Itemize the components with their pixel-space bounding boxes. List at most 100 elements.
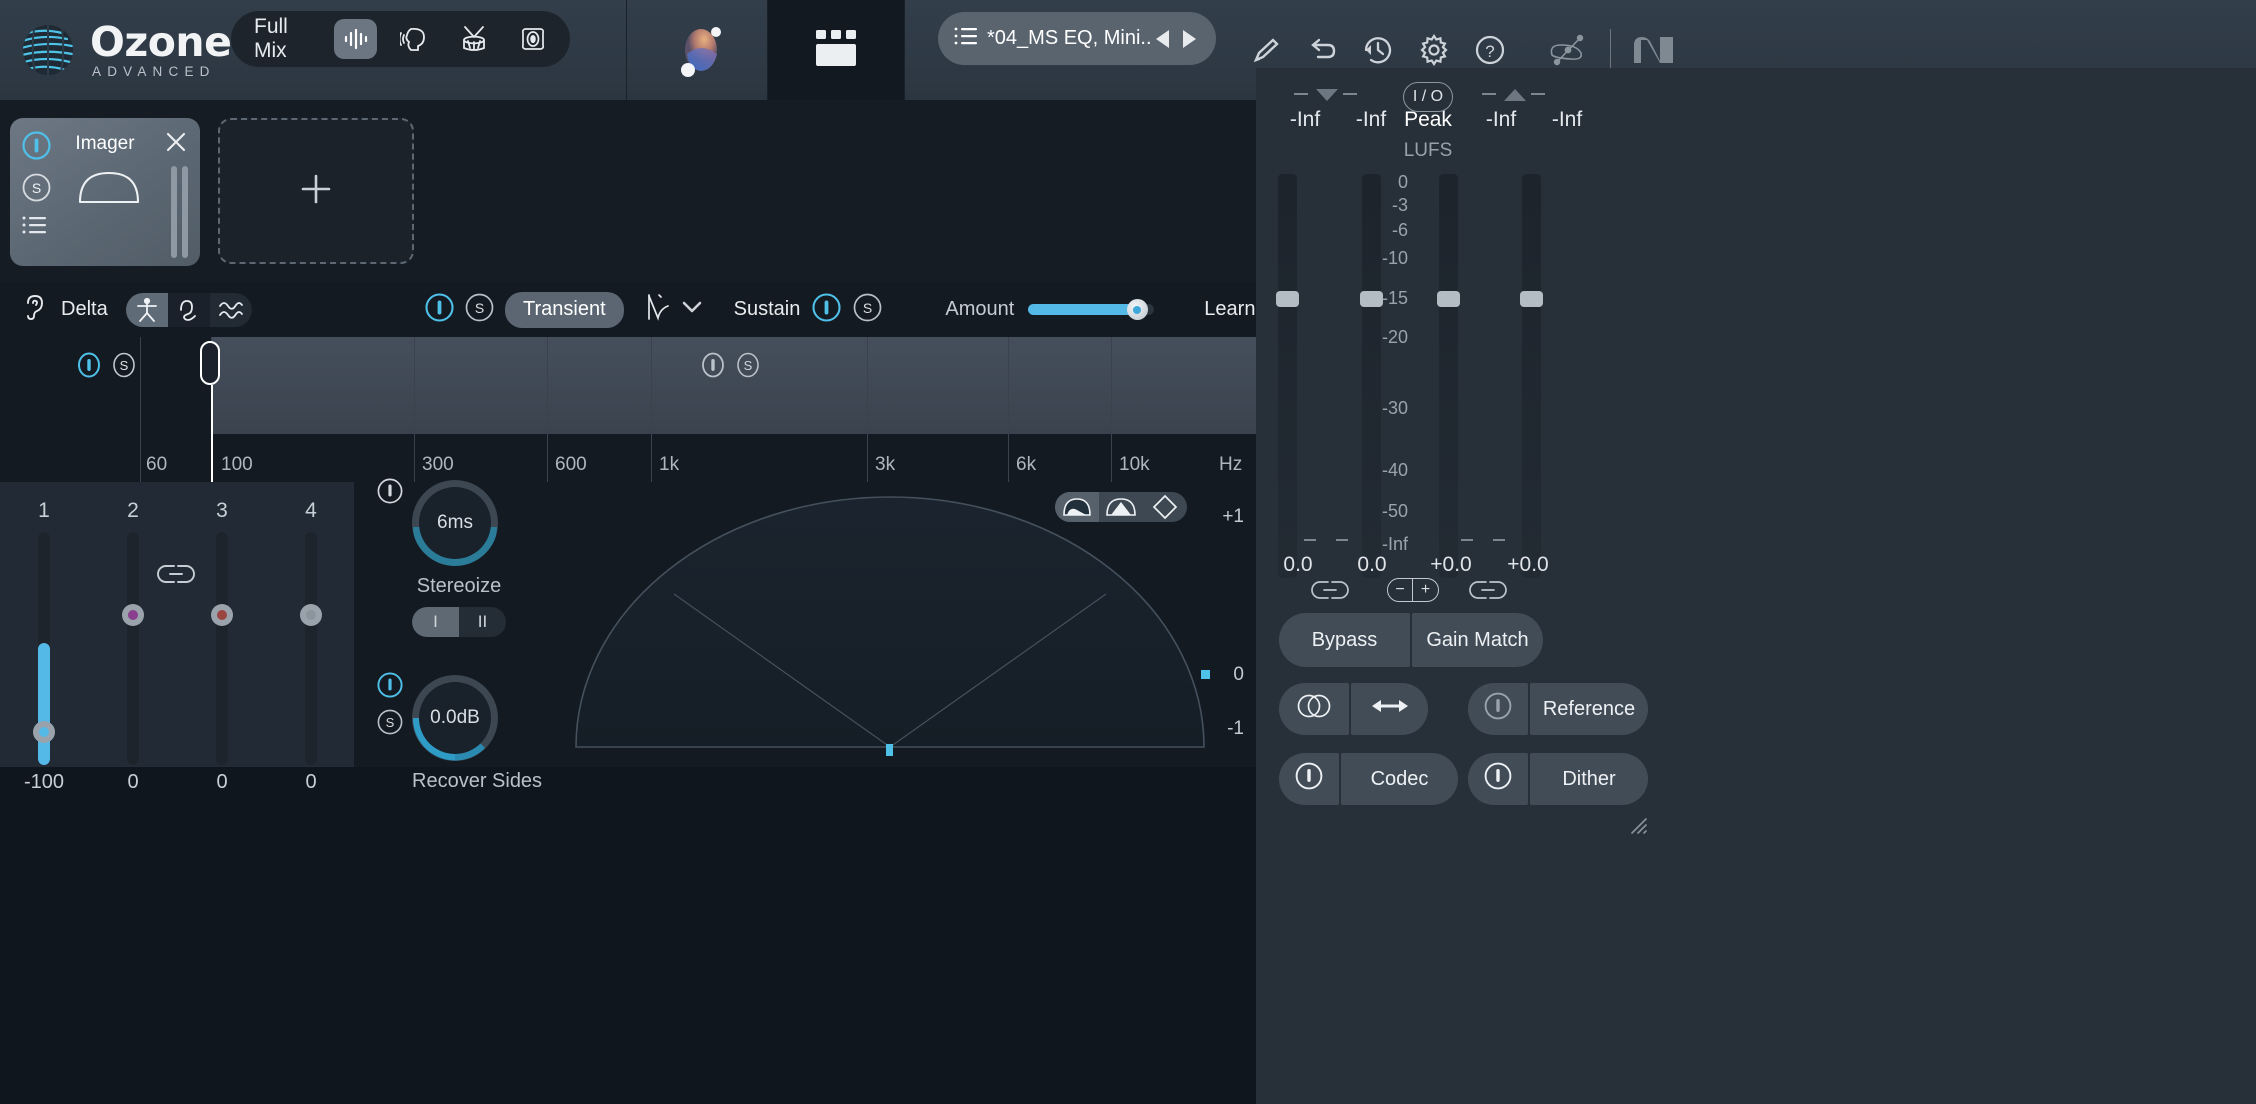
band-slider-3-handle[interactable] (211, 604, 233, 626)
recover-sides-power-icon[interactable] (377, 672, 403, 703)
waveform-loop-icon[interactable] (168, 292, 210, 327)
scope-top-label: +1 (1222, 506, 1244, 527)
transient-curve-icon[interactable] (646, 291, 672, 328)
preset-list-icon[interactable] (954, 26, 977, 51)
close-icon[interactable] (164, 130, 188, 154)
add-module-button[interactable] (218, 118, 414, 264)
resize-grip-icon[interactable] (1626, 813, 1648, 835)
squiggle-icon[interactable] (210, 293, 252, 327)
dither-button[interactable]: Dither (1530, 753, 1648, 805)
band-slider-2[interactable]: 2 0 (103, 499, 163, 793)
band-slider-2-value: 0 (127, 771, 139, 793)
sustain-solo-button[interactable]: S (853, 293, 882, 327)
meter-panel: -Inf -Inf -Inf -Inf Peak LUFS I / O 0 -3… (1256, 68, 2256, 1104)
reference-button[interactable]: Reference (1530, 683, 1648, 735)
mix-mode-selector[interactable]: Full Mix (231, 11, 570, 67)
reference-power-button[interactable] (1468, 683, 1528, 735)
stereoize-power-icon[interactable] (377, 478, 403, 509)
stereo-figure-icon[interactable] (126, 292, 168, 327)
gain-plus-button[interactable]: + (1413, 578, 1439, 602)
transient-power-icon[interactable] (425, 292, 454, 327)
gain-match-button[interactable]: Gain Match (1412, 613, 1543, 667)
recover-sides-solo-button[interactable]: S (377, 709, 403, 740)
freq-tick-60: 60 (146, 454, 168, 475)
output-gain-right[interactable]: +0.0 (1488, 553, 1568, 577)
transient-tab[interactable]: Transient (505, 291, 624, 328)
app-logo: Ozone ADVANCED (22, 17, 232, 79)
band-1-solo-button[interactable]: S (111, 352, 137, 383)
band-1-power-icon[interactable] (76, 352, 102, 383)
prev-preset-icon[interactable] (1150, 26, 1176, 52)
stereoize-mode-1[interactable]: I (412, 607, 459, 637)
bypass-button[interactable]: Bypass (1279, 613, 1410, 667)
module-options-icon[interactable] (22, 215, 48, 240)
gain-stepper[interactable]: − + (1387, 578, 1439, 602)
module-grid-button[interactable] (768, 0, 905, 100)
module-imager[interactable]: S Imager (10, 118, 200, 266)
input-meter-left[interactable] (1276, 174, 1299, 578)
brand-title: Ozone (90, 17, 232, 66)
output-meter-right[interactable] (1520, 174, 1543, 578)
crossover-handle[interactable] (200, 341, 220, 385)
dither-power-button[interactable] (1468, 753, 1528, 805)
scope-mid-label: 0 (1233, 664, 1244, 685)
codec-button[interactable]: Codec (1341, 753, 1458, 805)
module-solo-button[interactable]: S (22, 173, 51, 207)
assistant-orb-button[interactable] (627, 0, 768, 100)
width-mode-button[interactable] (1351, 683, 1428, 735)
stereoize-label: Stereoize (416, 575, 502, 597)
polar-level-icon[interactable] (1099, 492, 1143, 522)
band-slider-1[interactable]: 1 -100 (14, 499, 74, 793)
stereoize-knob[interactable]: 6ms (412, 480, 498, 566)
input-gain-right[interactable]: 0.0 (1336, 553, 1408, 577)
chevron-down-icon[interactable] (682, 300, 702, 319)
svg-text:S: S (475, 300, 484, 316)
codec-power-button[interactable] (1279, 753, 1339, 805)
gain-minus-button[interactable]: − (1387, 578, 1413, 602)
sustain-power-icon[interactable] (812, 292, 841, 327)
io-toggle[interactable]: I / O (1403, 82, 1453, 112)
preset-selector[interactable]: *04_MS EQ, Mini... (938, 12, 1216, 65)
scale--3: -3 (1391, 195, 1408, 215)
ear-icon[interactable] (22, 293, 48, 326)
scale--20: -20 (1381, 327, 1408, 347)
learn-button[interactable]: Learn (1204, 298, 1255, 321)
band-slider-2-handle[interactable] (122, 604, 144, 626)
output-gain-left[interactable]: +0.0 (1411, 553, 1491, 577)
lissajous-icon[interactable] (1143, 492, 1187, 522)
band-3-solo-button[interactable]: S (735, 352, 761, 383)
bass-icon[interactable] (511, 19, 554, 59)
polar-sample-icon[interactable] (1055, 492, 1099, 522)
band-slider-3[interactable]: 3 0 (192, 499, 252, 793)
link-icon[interactable] (156, 562, 196, 591)
input-gain-left[interactable]: 0.0 (1262, 553, 1334, 577)
lufs-out-right: -Inf (1551, 108, 1583, 131)
transient-solo-button[interactable]: S (465, 293, 494, 327)
freq-tick-3k: 3k (875, 454, 896, 475)
output-link-icon[interactable] (1469, 579, 1507, 606)
band-3-power-icon[interactable] (700, 352, 726, 383)
output-meter-left[interactable] (1437, 174, 1460, 578)
band-slider-2-number: 2 (127, 499, 139, 522)
band-3-controls: S (700, 352, 761, 383)
band-frequency-area[interactable]: S S 60 100 300 600 1k 3k 6k 10k Hz (0, 337, 1256, 482)
sustain-label: Sustain (733, 298, 801, 320)
scale--inf: -Inf (1381, 534, 1408, 554)
stereo-mode-button[interactable] (1279, 683, 1349, 735)
recover-sides-knob[interactable]: 0.0dB (412, 675, 498, 761)
vocal-icon[interactable] (393, 19, 436, 59)
drums-icon[interactable] (452, 19, 495, 59)
vectorscope[interactable]: +1 0 -1 (550, 482, 1256, 767)
full-mix-icon[interactable] (334, 19, 378, 59)
svg-text:?: ? (1485, 42, 1494, 61)
input-link-icon[interactable] (1311, 579, 1349, 606)
stereoize-mode-toggle[interactable]: I II (412, 607, 506, 637)
next-preset-icon[interactable] (1176, 26, 1202, 52)
band-slider-1-handle[interactable] (33, 721, 55, 743)
stereoize-mode-2[interactable]: II (459, 607, 506, 637)
freq-unit-label: Hz (1219, 454, 1243, 475)
band-slider-4-handle[interactable] (300, 604, 322, 626)
amount-slider[interactable] (1028, 299, 1155, 320)
imager-curve-icon (78, 170, 140, 209)
band-slider-4[interactable]: 4 0 (281, 499, 341, 793)
